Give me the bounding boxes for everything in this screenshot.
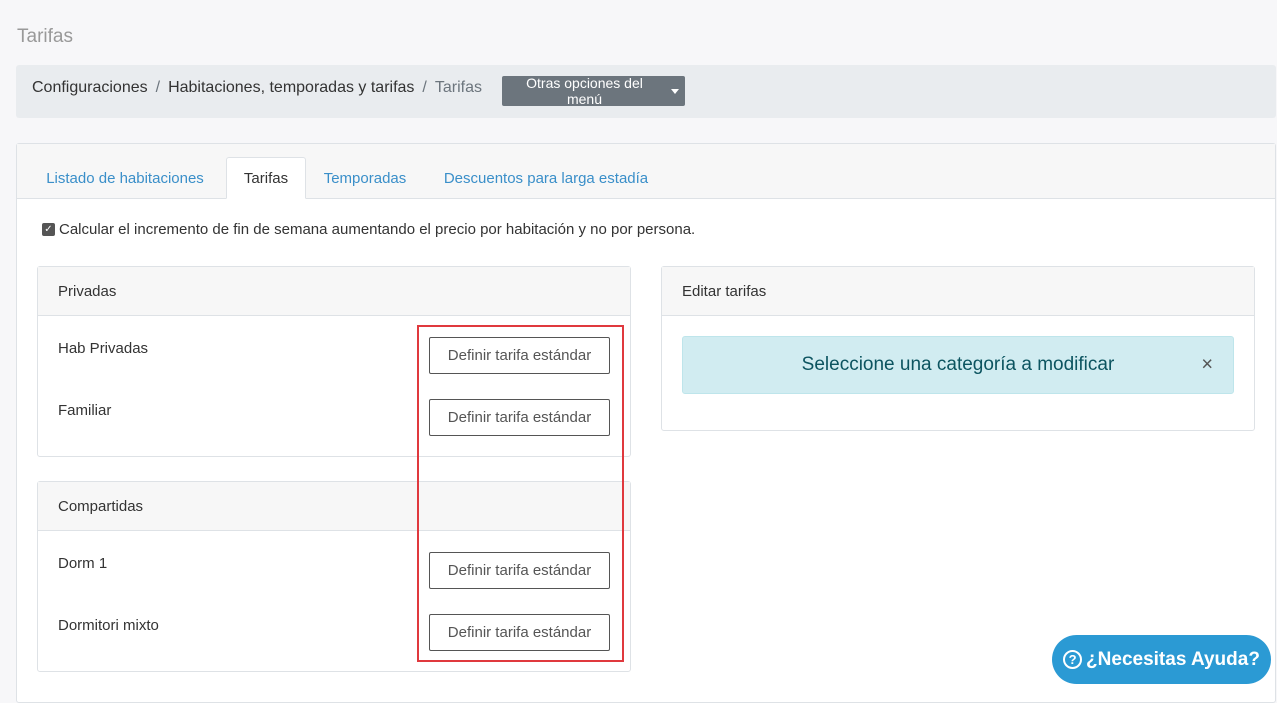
tab-listado-habitaciones[interactable]: Listado de habitaciones (35, 157, 215, 199)
breadcrumb-bar: Configuraciones / Habitaciones, temporad… (16, 65, 1276, 118)
define-standard-rate-button[interactable]: Definir tarifa estándar (429, 399, 610, 436)
compartidas-panel: Compartidas Dorm 1 Definir tarifa estánd… (37, 481, 631, 672)
help-button[interactable]: ? ¿Necesitas Ayuda? (1052, 635, 1271, 684)
define-standard-rate-button[interactable]: Definir tarifa estándar (429, 337, 610, 374)
define-standard-rate-button[interactable]: Definir tarifa estándar (429, 552, 610, 589)
breadcrumb-item-configuraciones[interactable]: Configuraciones (32, 79, 148, 97)
room-name: Hab Privadas (58, 340, 149, 357)
breadcrumb-item-tarifas: Tarifas (434, 79, 482, 96)
edit-rates-panel: Editar tarifas Seleccione una categoría … (661, 266, 1255, 431)
weekend-option-label[interactable]: Calcular el incremento de fin de semana … (59, 221, 695, 238)
compartidas-header: Compartidas (38, 482, 630, 531)
rates-card: Listado de habitaciones Tarifas Temporad… (16, 143, 1276, 703)
select-category-alert: Seleccione una categoría a modificar × (682, 336, 1234, 394)
breadcrumb-item-habitaciones[interactable]: Habitaciones, temporadas y tarifas (168, 79, 414, 97)
tab-descuentos-larga-estadia[interactable]: Descuentos para larga estadía (433, 157, 659, 199)
help-label: ¿Necesitas Ayuda? (1086, 648, 1260, 670)
tabs-bar: Listado de habitaciones Tarifas Temporad… (17, 144, 1275, 199)
other-menu-options-button[interactable]: Otras opciones del menú (502, 75, 685, 107)
breadcrumb: Configuraciones / Habitaciones, temporad… (32, 79, 482, 97)
question-circle-icon: ? (1063, 650, 1083, 669)
page-title: Tarifas (17, 26, 73, 47)
room-name: Dormitori mixto (58, 617, 159, 634)
room-name: Dorm 1 (58, 555, 108, 572)
weekend-option: ✓ Calcular el incremento de fin de seman… (42, 221, 695, 238)
alert-message: Seleccione una categoría a modificar (801, 354, 1115, 375)
breadcrumb-separator: / (155, 79, 161, 96)
close-icon[interactable]: × (1201, 354, 1213, 377)
caret-down-icon (671, 88, 679, 94)
weekend-checkbox[interactable]: ✓ (42, 223, 55, 236)
breadcrumb-separator: / (422, 79, 427, 96)
edit-rates-header: Editar tarifas (662, 267, 1254, 316)
privadas-panel: Privadas Hab Privadas Definir tarifa est… (37, 266, 631, 457)
privadas-header: Privadas (38, 267, 630, 316)
other-menu-options-label: Otras opciones del menú (526, 75, 643, 107)
tab-temporadas[interactable]: Temporadas (313, 157, 417, 199)
tab-tarifas[interactable]: Tarifas (226, 157, 306, 199)
define-standard-rate-button[interactable]: Definir tarifa estándar (429, 614, 610, 651)
room-name: Familiar (58, 402, 112, 419)
